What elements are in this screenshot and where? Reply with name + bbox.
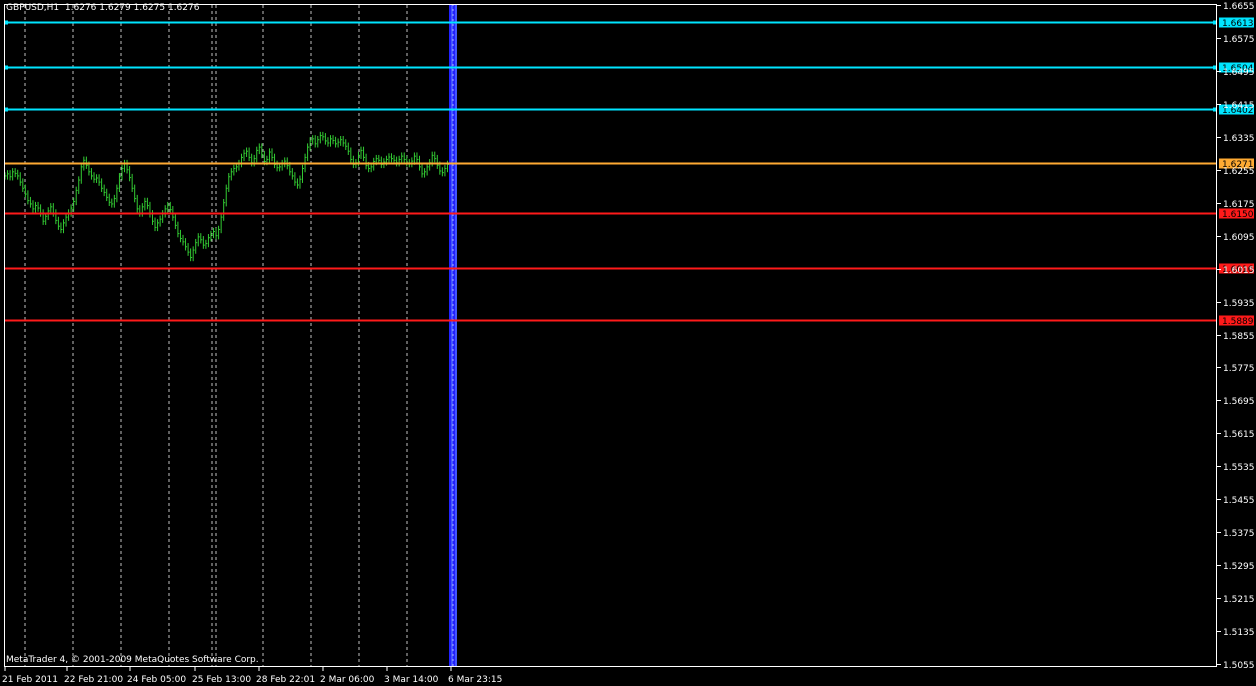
y-tick-label: 1.5135 [1223, 628, 1255, 638]
y-tick-label: 1.5935 [1223, 299, 1255, 309]
y-tick-label: 1.5855 [1223, 332, 1255, 342]
x-tick-label: 25 Feb 13:00 [192, 675, 251, 685]
y-tick-label: 1.6255 [1223, 167, 1255, 177]
x-tick-label: 28 Feb 22:01 [256, 675, 315, 685]
chart-header: GBPUSD,H1 1.6276 1.6279 1.6275 1.6276 [6, 3, 199, 13]
x-tick-label: 2 Mar 06:00 [320, 675, 375, 685]
y-tick-label: 1.5775 [1223, 364, 1255, 374]
y-tick-label: 1.5455 [1223, 496, 1255, 506]
x-tick-label: 3 Mar 14:00 [384, 675, 439, 685]
y-tick-label: 1.6575 [1223, 35, 1255, 45]
y-tick-label: 1.5695 [1223, 397, 1255, 407]
x-tick-label: 24 Feb 05:00 [127, 675, 186, 685]
plot-frame [4, 4, 1217, 667]
chart-window[interactable]: 1.6613 1.6504 1.6402 1.6271 1.6150 1.6016 1.58… [0, 0, 1256, 686]
y-tick-label: 1.5295 [1223, 562, 1255, 572]
y-tick-label: 1.5375 [1223, 529, 1255, 539]
copyright-text: MetaTrader 4, © 2001-2009 MetaQuotes Sof… [6, 655, 259, 665]
price-tag-label: 1.5889 [1222, 317, 1254, 327]
y-tick-label: 1.6655 [1223, 2, 1255, 12]
x-tick-label: 6 Mar 23:15 [448, 675, 502, 685]
y-tick-label: 1.5055 [1223, 661, 1255, 671]
horizontal-lines-layer[interactable]: 1.66131.65041.64021.62711.61501.60161.58… [4, 17, 1254, 328]
grid-layer [24, 5, 408, 666]
period-separator-layer [449, 4, 457, 667]
y-tick-label: 1.6495 [1223, 68, 1255, 78]
y-tick-label: 1.6335 [1223, 134, 1255, 144]
y-tick-label: 1.6415 [1223, 101, 1255, 111]
y-tick-label: 1.5535 [1223, 463, 1255, 473]
price-chart[interactable]: 1.66131.65041.64021.62711.61501.60161.58… [0, 0, 1256, 686]
y-tick-label: 1.6015 [1223, 266, 1255, 276]
axes-layer: 1.6655 1.6575 1.6495 1.6415 1.6335 1.6255 1.61… [2, 2, 1255, 685]
y-tick-label: 1.5215 [1223, 595, 1255, 605]
x-tick-label: 22 Feb 21:00 [64, 675, 123, 685]
price-tag-label: 1.6150 [1222, 210, 1254, 220]
y-tick-label: 1.5615 [1223, 430, 1255, 440]
symbol-label: GBPUSD,H1 [6, 3, 60, 13]
price-trace-layer [4, 131, 452, 262]
price-tag-label: 1.6613 [1222, 19, 1254, 29]
y-tick-label: 1.6175 [1223, 200, 1255, 210]
x-tick-label: 21 Feb 2011 [2, 675, 58, 685]
ohlc-readout: 1.6276 1.6279 1.6275 1.6276 [64, 3, 200, 13]
y-tick-label: 1.6095 [1223, 233, 1255, 243]
